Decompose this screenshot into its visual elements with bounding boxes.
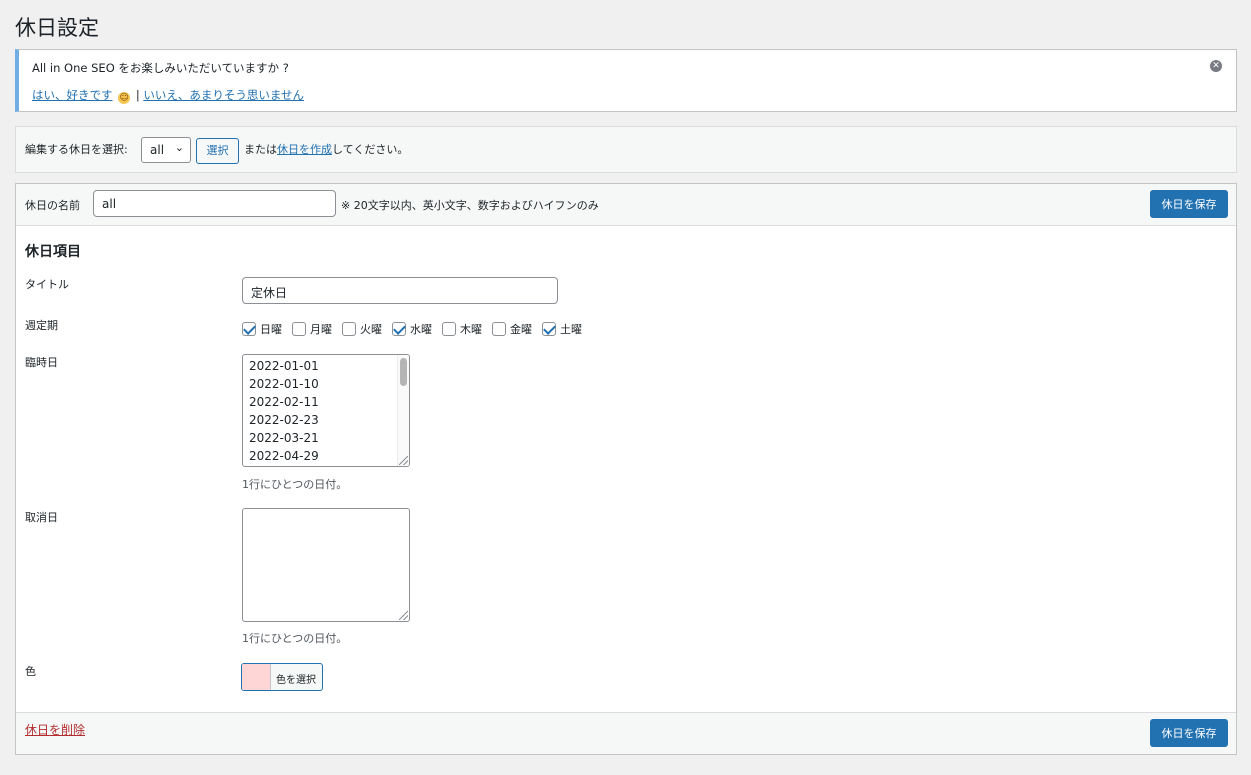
save-holiday-button-bottom[interactable]: 休日を保存 (1150, 719, 1228, 747)
weekly-label: 週定期 (25, 319, 58, 332)
notice-yes-link[interactable]: はい、好きです (32, 88, 113, 102)
checkbox-icon[interactable] (442, 322, 456, 336)
weekday-label: 金曜 (510, 323, 532, 336)
cancel-dates-textarea[interactable] (242, 508, 410, 622)
weekday-thu[interactable]: 木曜 (442, 321, 482, 337)
temporary-dates-lines: 2022-01-01 2022-01-10 2022-02-11 2022-02… (243, 355, 409, 465)
suffix-text: してください。 (332, 143, 409, 156)
date-line: 2022-02-23 (249, 413, 319, 427)
create-holiday-text: または休日を作成してください。 (244, 141, 408, 157)
weekday-wed[interactable]: 水曜 (392, 321, 432, 337)
title-input[interactable]: 定休日 (242, 277, 558, 304)
or-text: または (244, 143, 277, 156)
aioseo-notice: All in One SEO をお楽しみいただいていますか ? はい、好きです … (15, 49, 1237, 112)
holiday-name-header: 休日の名前 all ※ 20文字以内、英小文字、数字およびハイフンのみ 休日を保… (16, 184, 1236, 226)
select-holiday-label: 編集する休日を選択: (25, 143, 128, 156)
color-picker-button[interactable]: 色を選択 (241, 663, 323, 691)
holiday-select-value: all (150, 143, 165, 157)
create-holiday-link[interactable]: 休日を作成 (277, 143, 332, 156)
checkbox-icon[interactable] (342, 322, 356, 336)
date-line: 2022-01-01 (249, 359, 319, 373)
delete-holiday-link[interactable]: 休日を削除 (25, 721, 85, 738)
color-label: 色 (25, 665, 36, 678)
weekday-fri[interactable]: 金曜 (492, 321, 532, 337)
holiday-name-hint: ※ 20文字以内、英小文字、数字およびハイフンのみ (341, 199, 599, 212)
holiday-select-bar: 編集する休日を選択: all ⌄ 選択 または休日を作成してください。 (15, 126, 1237, 173)
save-holiday-button-top[interactable]: 休日を保存 (1150, 190, 1228, 218)
holiday-name-label: 休日の名前 (25, 199, 80, 212)
cancel-desc: 1行にひとつの日付。 (242, 632, 348, 645)
weekday-checkboxes: 日曜 月曜 火曜 水曜 木曜 金曜 土曜 (242, 321, 592, 337)
temporary-dates-textarea[interactable]: 2022-01-01 2022-01-10 2022-02-11 2022-02… (242, 354, 410, 467)
scrollbar[interactable] (397, 355, 409, 466)
weekday-label: 日曜 (260, 323, 282, 336)
weekday-sun[interactable]: 日曜 (242, 321, 282, 337)
notice-links: はい、好きです ☺ | いいえ、あまりそう思いません (32, 87, 304, 104)
section-title: 休日項目 (25, 244, 81, 260)
weekday-sat[interactable]: 土曜 (542, 321, 582, 337)
holiday-edit-box: 休日の名前 all ※ 20文字以内、英小文字、数字およびハイフンのみ 休日を保… (15, 183, 1237, 755)
temporary-desc: 1行にひとつの日付。 (242, 478, 348, 491)
holiday-select[interactable]: all ⌄ (141, 137, 191, 163)
checkbox-checked-icon[interactable] (542, 322, 556, 336)
title-label: タイトル (25, 278, 69, 291)
notice-no-link[interactable]: いいえ、あまりそう思いません (143, 88, 304, 102)
weekday-label: 木曜 (460, 323, 482, 336)
checkbox-icon[interactable] (292, 322, 306, 336)
weekday-label: 月曜 (310, 323, 332, 336)
page-title: 休日設定 (15, 16, 99, 40)
notice-message: All in One SEO をお楽しみいただいていますか ? (32, 61, 289, 75)
notice-separator: | (135, 88, 140, 102)
weekday-label: 水曜 (410, 323, 432, 336)
temporary-label: 臨時日 (25, 356, 58, 369)
weekday-label: 土曜 (560, 323, 582, 336)
smile-emoji-icon: ☺ (118, 92, 131, 104)
weekday-mon[interactable]: 月曜 (292, 321, 332, 337)
date-line: 2022-02-11 (249, 395, 319, 409)
chevron-down-icon: ⌄ (174, 141, 184, 154)
color-picker-label: 色を選択 (276, 675, 316, 686)
date-line: 2022-04-29 (249, 449, 319, 463)
checkbox-icon[interactable] (492, 322, 506, 336)
checkbox-checked-icon[interactable] (242, 322, 256, 336)
date-line: 2022-03-21 (249, 431, 319, 445)
select-button[interactable]: 選択 (196, 138, 239, 164)
checkbox-checked-icon[interactable] (392, 322, 406, 336)
weekday-label: 火曜 (360, 323, 382, 336)
weekday-tue[interactable]: 火曜 (342, 321, 382, 337)
resize-grip-icon[interactable] (399, 611, 408, 620)
color-swatch (242, 664, 271, 690)
resize-grip-icon[interactable] (399, 456, 408, 465)
holiday-name-input[interactable]: all (93, 190, 336, 217)
scrollbar-thumb[interactable] (400, 358, 407, 386)
cancel-label: 取消日 (25, 511, 58, 524)
holiday-footer: 休日を削除 休日を保存 (16, 712, 1236, 754)
dismiss-icon[interactable]: ✕ (1210, 60, 1222, 72)
date-line: 2022-01-10 (249, 377, 319, 391)
